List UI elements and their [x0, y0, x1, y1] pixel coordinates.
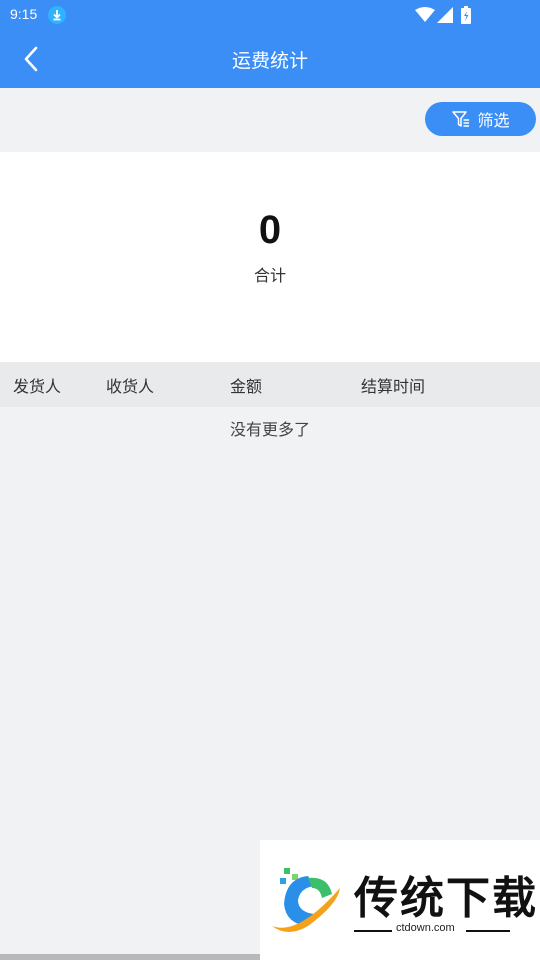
table-header: 发货人 收货人 金额 结算时间	[0, 362, 540, 407]
filter-icon	[452, 111, 470, 127]
wifi-icon	[415, 7, 435, 22]
total-value: 0	[258, 208, 282, 252]
total-label: 合计	[253, 266, 286, 285]
watermark: 传统下载 ctdown.com	[260, 840, 540, 960]
column-header-amount: 金额	[230, 377, 263, 396]
filter-bar: 筛选	[0, 88, 540, 152]
page-title: 运费统计	[231, 50, 308, 72]
signal-icon	[437, 7, 453, 23]
status-bar: 9:15	[0, 0, 540, 30]
logo-icon	[272, 868, 340, 932]
column-header-shipper: 发货人	[13, 377, 62, 396]
navigation-bar: 运费统计	[0, 30, 540, 88]
filter-label: 筛选	[477, 111, 510, 130]
battery-icon	[461, 6, 471, 24]
filter-button[interactable]: 筛选	[425, 102, 536, 136]
status-time: 9:15	[10, 6, 38, 22]
summary-card: 0 合计	[0, 152, 540, 362]
watermark-divider-left	[354, 930, 392, 932]
home-indicator	[0, 954, 260, 960]
watermark-url: ctdown.com	[396, 922, 455, 934]
column-header-consignee: 收货人	[106, 377, 155, 396]
watermark-title: 传统下载	[354, 873, 538, 924]
download-icon	[48, 6, 66, 24]
empty-list-message: 没有更多了	[229, 420, 310, 439]
column-header-settlement-time: 结算时间	[361, 377, 426, 396]
watermark-divider-right	[466, 930, 510, 932]
